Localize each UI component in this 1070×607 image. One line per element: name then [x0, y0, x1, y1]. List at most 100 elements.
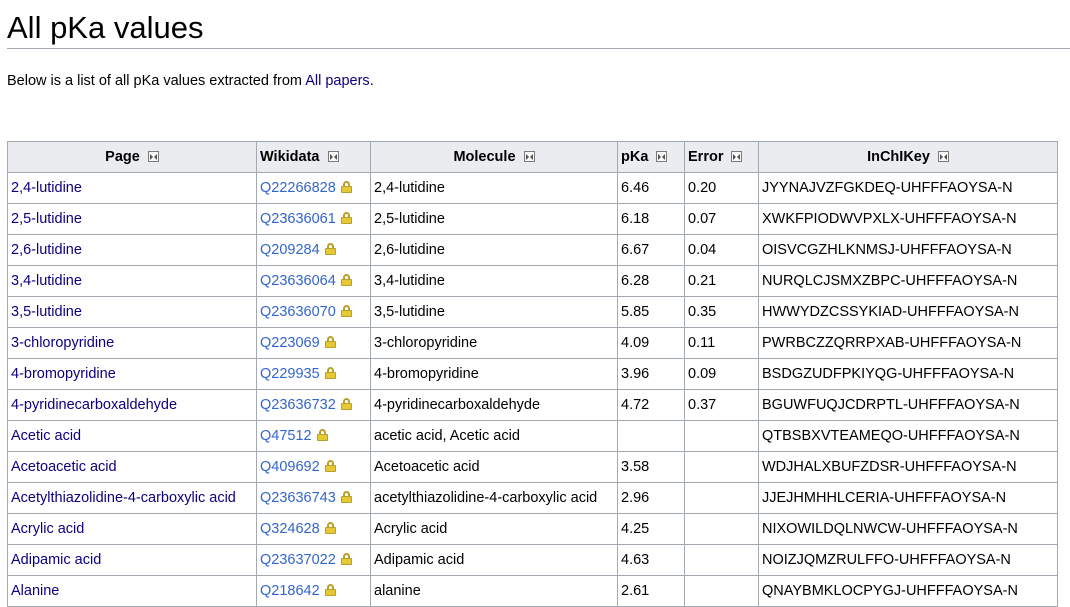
page-link[interactable]: Adipamic acid — [11, 552, 101, 568]
cell-inchikey: OISVCGZHLKNMSJ-UHFFFAOYSA-N — [758, 234, 1058, 266]
cell-molecule: 3-chloropyridine — [370, 327, 618, 359]
header-pka[interactable]: pKa — [617, 141, 685, 173]
cell-molecule: acetylthiazolidine-4-carboxylic acid — [370, 482, 618, 514]
cell-page: 4-pyridinecarboxaldehyde — [7, 389, 257, 421]
sort-icon[interactable] — [147, 151, 159, 162]
cell-molecule: 4-bromopyridine — [370, 358, 618, 390]
wikidata-link[interactable]: Q23636743 — [260, 490, 336, 506]
page-link[interactable]: Acetylthiazolidine-4-carboxylic acid — [11, 490, 236, 506]
cell-inchikey: BGUWFUQJCDRPTL-UHFFFAOYSA-N — [758, 389, 1058, 421]
wikidata-link[interactable]: Q223069 — [260, 335, 320, 351]
wikidata-link[interactable]: Q23636070 — [260, 304, 336, 320]
cell-wikidata: Q223069 — [256, 327, 371, 359]
page-link[interactable]: Acetic acid — [11, 428, 81, 444]
cell-error — [684, 513, 759, 545]
cell-pka: 4.09 — [617, 327, 685, 359]
wikidata-link[interactable]: Q324628 — [260, 521, 320, 537]
page-link[interactable]: 2,4-lutidine — [11, 180, 82, 196]
cell-wikidata: Q23636070 — [256, 296, 371, 328]
cell-wikidata: Q324628 — [256, 513, 371, 545]
cell-pka: 4.25 — [617, 513, 685, 545]
cell-error: 0.07 — [684, 203, 759, 235]
cell-inchikey: QTBSBXVTEAMEQO-UHFFFAOYSA-N — [758, 420, 1058, 452]
lock-icon — [340, 181, 352, 193]
wikidata-link[interactable]: Q209284 — [260, 242, 320, 258]
page-link[interactable]: Acrylic acid — [11, 521, 84, 537]
table-row: 3-chloropyridine Q223069 3-chloropyridine 4… — [7, 327, 1058, 359]
cell-wikidata: Q218642 — [256, 575, 371, 607]
cell-inchikey: BSDGZUDFPKIYQG-UHFFFAOYSA-N — [758, 358, 1058, 390]
cell-page: 3-chloropyridine — [7, 327, 257, 359]
cell-wikidata: Q23636743 — [256, 482, 371, 514]
table-row: Acrylic acid Q324628 Acrylic acid 4.25 NIXOW… — [7, 513, 1058, 545]
cell-wikidata: Q209284 — [256, 234, 371, 266]
lock-icon — [324, 243, 336, 255]
sort-icon[interactable] — [523, 151, 535, 162]
table-row: 4-bromopyridine Q229935 4-bromopyridine 3.9… — [7, 358, 1058, 390]
header-pka-label: pKa — [621, 149, 649, 165]
wikidata-link[interactable]: Q47512 — [260, 428, 312, 444]
all-papers-link[interactable]: All papers — [305, 73, 369, 89]
cell-page: 2,5-lutidine — [7, 203, 257, 235]
lock-icon — [340, 212, 352, 224]
cell-page: Adipamic acid — [7, 544, 257, 576]
cell-pka: 3.58 — [617, 451, 685, 483]
cell-error — [684, 451, 759, 483]
page-link[interactable]: 3,5-lutidine — [11, 304, 82, 320]
cell-page: 3,4-lutidine — [7, 265, 257, 297]
sort-icon[interactable] — [937, 151, 949, 162]
wikidata-link[interactable]: Q218642 — [260, 583, 320, 599]
header-error[interactable]: Error — [684, 141, 759, 173]
wikidata-link[interactable]: Q409692 — [260, 459, 320, 475]
page-title: All pKa values — [7, 10, 204, 45]
wikidata-link[interactable]: Q229935 — [260, 366, 320, 382]
cell-page: Acetylthiazolidine-4-carboxylic acid — [7, 482, 257, 514]
wikidata-link[interactable]: Q23637022 — [260, 552, 336, 568]
header-wikidata-label: Wikidata — [260, 149, 320, 165]
page-link[interactable]: 4-pyridinecarboxaldehyde — [11, 397, 177, 413]
wikidata-link[interactable]: Q23636064 — [260, 273, 336, 289]
page-link[interactable]: 2,6-lutidine — [11, 242, 82, 258]
page-link[interactable]: Alanine — [11, 583, 59, 599]
pka-table: Page Wikidata Molecule pKa Error InChIKe… — [7, 141, 1058, 607]
header-wikidata[interactable]: Wikidata — [256, 141, 371, 173]
wikidata-link[interactable]: Q23636732 — [260, 397, 336, 413]
intro-text: Below is a list of all pKa values extrac… — [7, 73, 306, 89]
lock-icon — [340, 491, 352, 503]
cell-molecule: acetic acid, Acetic acid — [370, 420, 618, 452]
cell-error: 0.04 — [684, 234, 759, 266]
page-link[interactable]: 3-chloropyridine — [11, 335, 114, 351]
cell-inchikey: WDJHALXBUFZDSR-UHFFFAOYSA-N — [758, 451, 1058, 483]
header-inchikey[interactable]: InChIKey — [758, 141, 1058, 173]
page-link[interactable]: 2,5-lutidine — [11, 211, 82, 227]
cell-molecule: 2,5-lutidine — [370, 203, 618, 235]
cell-inchikey: JYYNAJVZFGKDEQ-UHFFFAOYSA-N — [758, 172, 1058, 204]
sort-icon[interactable] — [731, 151, 743, 162]
cell-error — [684, 544, 759, 576]
header-molecule[interactable]: Molecule — [370, 141, 618, 173]
cell-inchikey: NIXOWILDQLNWCW-UHFFFAOYSA-N — [758, 513, 1058, 545]
cell-wikidata: Q47512 — [256, 420, 371, 452]
cell-molecule: alanine — [370, 575, 618, 607]
cell-error: 0.21 — [684, 265, 759, 297]
cell-error — [684, 575, 759, 607]
header-error-label: Error — [688, 149, 724, 165]
header-page[interactable]: Page — [7, 141, 257, 173]
page-link[interactable]: Acetoacetic acid — [11, 459, 117, 475]
sort-icon[interactable] — [327, 151, 339, 162]
cell-pka: 4.72 — [617, 389, 685, 421]
cell-pka: 5.85 — [617, 296, 685, 328]
cell-molecule: Acetoacetic acid — [370, 451, 618, 483]
sort-icon[interactable] — [656, 151, 668, 162]
cell-error: 0.37 — [684, 389, 759, 421]
wikidata-link[interactable]: Q22266828 — [260, 180, 336, 196]
page-link[interactable]: 3,4-lutidine — [11, 273, 82, 289]
cell-error: 0.20 — [684, 172, 759, 204]
page-link[interactable]: 4-bromopyridine — [11, 366, 116, 382]
cell-error: 0.09 — [684, 358, 759, 390]
cell-molecule: 3,4-lutidine — [370, 265, 618, 297]
cell-page: 4-bromopyridine — [7, 358, 257, 390]
cell-error — [684, 482, 759, 514]
cell-page: 2,4-lutidine — [7, 172, 257, 204]
wikidata-link[interactable]: Q23636061 — [260, 211, 336, 227]
